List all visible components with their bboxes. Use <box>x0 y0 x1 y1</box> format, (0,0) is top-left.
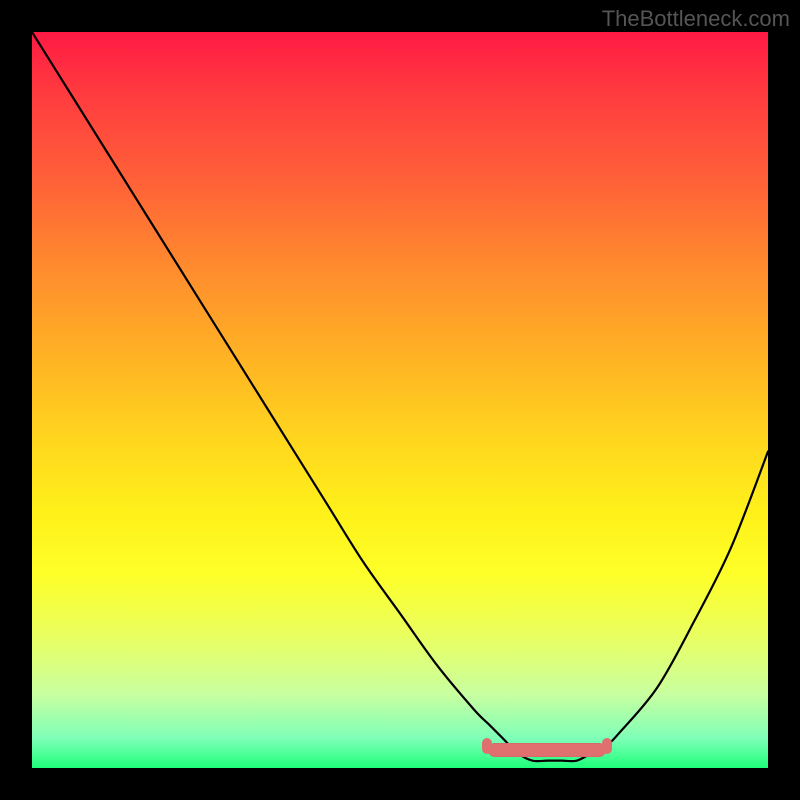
optimal-range-end-dot <box>602 738 612 754</box>
bottleneck-curve-line <box>32 32 768 761</box>
optimal-range-band <box>488 743 606 757</box>
curve-svg <box>32 32 768 768</box>
plot-area <box>32 32 768 768</box>
attribution-text: TheBottleneck.com <box>602 6 790 32</box>
optimal-range-start-dot <box>482 738 492 754</box>
